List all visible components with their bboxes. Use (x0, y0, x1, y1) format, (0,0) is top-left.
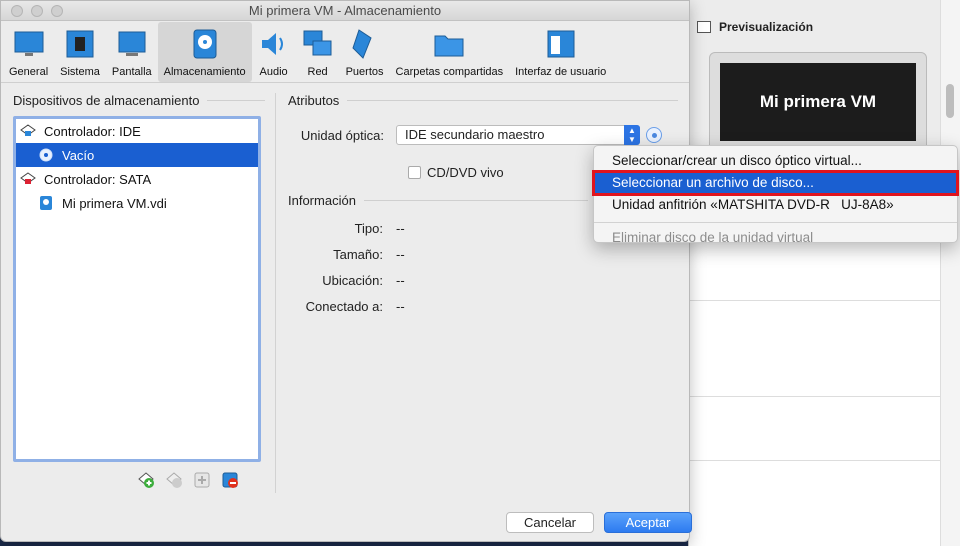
optical-drive-row: Unidad óptica: IDE secundario maestro ▲ ▼ (288, 125, 662, 145)
storage-tree-actions (137, 471, 239, 489)
tab-system[interactable]: Sistema (54, 22, 106, 82)
menu-item-choose-disk-file[interactable]: Seleccionar un archivo de disco... (592, 170, 959, 196)
menu-item-remove-disk: Eliminar disco de la unidad virtual (612, 230, 814, 245)
window-title: Mi primera VM - Almacenamiento (248, 3, 442, 18)
tab-general[interactable]: General (3, 22, 54, 82)
dialog-footer: Cancelar Aceptar (506, 512, 692, 533)
menu-item-host-drive[interactable]: Unidad anfitrión «MATSHITA DVD-R UJ-8A8» (594, 194, 957, 216)
preview-title: Previsualización (719, 20, 814, 34)
storage-devices-title: Dispositivos de almacenamiento (13, 93, 265, 108)
tree-item-ide-controller[interactable]: Controlador: IDE (16, 119, 258, 143)
optical-drive-select[interactable]: IDE secundario maestro ▲ ▼ (396, 125, 640, 145)
attributes-section: Atributos Unidad óptica: IDE secundario … (288, 93, 678, 314)
section-divider (275, 93, 276, 493)
background-main-window: Previsualización Mi primera VM (688, 0, 960, 546)
optical-drive-label: Unidad óptica: (300, 127, 384, 143)
add-attachment-icon[interactable] (165, 471, 183, 489)
tree-item-sata-controller[interactable]: Controlador: SATA (16, 167, 258, 191)
tab-audio[interactable]: Audio (252, 22, 296, 82)
live-cd-checkbox[interactable] (408, 166, 421, 179)
tab-shared-folders[interactable]: Carpetas compartidas (390, 22, 510, 82)
tab-storage[interactable]: Almacenamiento (157, 22, 252, 82)
info-row-size: Tamaño: -- (333, 247, 405, 262)
remove-attachment-icon[interactable] (221, 471, 239, 489)
preview-header: Previsualización (697, 20, 813, 34)
sata-controller-icon (20, 171, 36, 187)
network-icon (303, 30, 332, 56)
close-window-button[interactable] (11, 5, 23, 17)
user-interface-icon (547, 30, 575, 58)
storage-devices-section: Dispositivos de almacenamiento Controlad… (13, 93, 265, 462)
speaker-icon (261, 33, 283, 55)
display-icon (118, 31, 146, 56)
tab-network[interactable]: Red (296, 22, 340, 82)
scrollbar[interactable] (940, 0, 960, 546)
minimize-window-button[interactable] (31, 5, 43, 17)
chip-icon (66, 30, 94, 58)
window-controls (11, 5, 63, 17)
add-controller-icon[interactable] (137, 471, 155, 489)
title-bar: Mi primera VM - Almacenamiento (1, 1, 689, 21)
tree-item-vdi-disk[interactable]: Mi primera VM.vdi (16, 191, 258, 215)
live-cd-row: CD/DVD vivo (408, 165, 504, 180)
preview-box: Mi primera VM (709, 52, 927, 152)
cancel-button[interactable]: Cancelar (506, 512, 594, 533)
ide-controller-icon (20, 123, 36, 139)
info-row-location: Ubicación: -- (322, 273, 405, 288)
attributes-title: Atributos (288, 93, 678, 108)
hard-disk-icon (38, 195, 54, 211)
info-row-attached-to: Conectado a: -- (305, 299, 405, 314)
information-title: Información (288, 193, 588, 208)
live-cd-label: CD/DVD vivo (427, 165, 504, 180)
cd-icon (38, 147, 54, 163)
tab-display[interactable]: Pantalla (106, 22, 158, 82)
preview-icon (697, 21, 711, 33)
ports-icon (351, 29, 372, 59)
menu-separator (594, 222, 957, 223)
zoom-window-button[interactable] (51, 5, 63, 17)
info-row-type: Tipo: -- (354, 221, 405, 236)
tab-ports[interactable]: Puertos (340, 22, 390, 82)
settings-dialog: Mi primera VM - Almacenamiento General S… (0, 0, 692, 542)
settings-toolbar: General Sistema Pantalla Almacenamiento … (1, 21, 689, 83)
ok-button[interactable]: Aceptar (604, 512, 692, 533)
preview-screen: Mi primera VM (720, 63, 916, 141)
chevron-up-down-icon: ▲ ▼ (624, 125, 640, 145)
storage-tree[interactable]: Controlador: IDE Vacío Controlador: SATA… (13, 116, 261, 462)
tree-item-empty-optical[interactable]: Vacío (16, 143, 258, 167)
folder-icon (434, 35, 464, 57)
tab-user-interface[interactable]: Interfaz de usuario (509, 22, 612, 82)
optical-disk-menu: Seleccionar/crear un disco óptico virtua… (592, 145, 959, 245)
choose-disk-icon[interactable] (646, 127, 662, 143)
storage-icon (193, 29, 217, 59)
menu-item-create-virtual-optical[interactable]: Seleccionar/crear un disco óptico virtua… (594, 150, 957, 172)
disk-add-icon[interactable] (193, 471, 211, 489)
general-icon (14, 31, 44, 56)
